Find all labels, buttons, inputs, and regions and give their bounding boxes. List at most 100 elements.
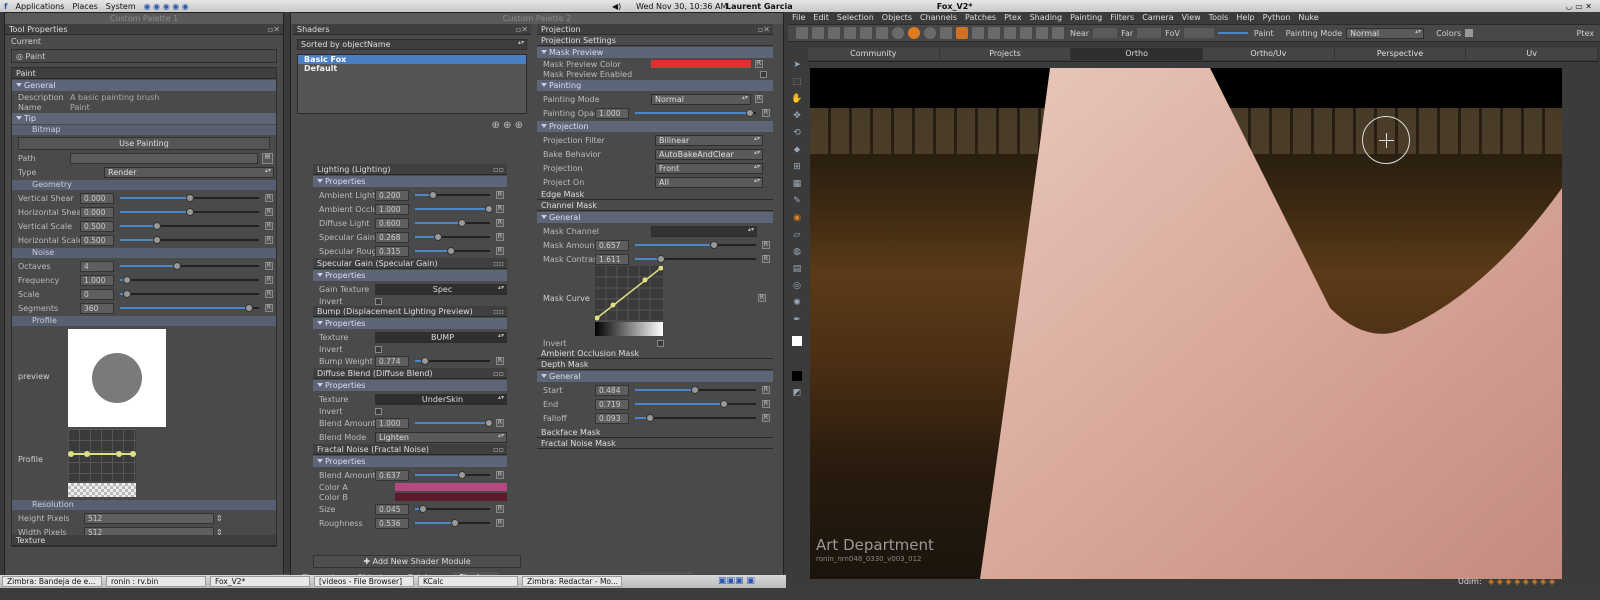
colors-swatch[interactable]	[1465, 29, 1474, 37]
menu-selection[interactable]: Selection	[833, 13, 878, 22]
pan-tool-icon[interactable]: ✋	[791, 94, 802, 104]
invert-checkbox[interactable]	[375, 407, 382, 415]
projection-select[interactable]: Front	[655, 162, 763, 174]
drop-tool-icon[interactable]: ⬥	[794, 145, 800, 155]
edge-mask-header[interactable]: Edge Mask	[537, 189, 773, 200]
taskbar-item[interactable]: KCalc	[418, 576, 518, 587]
taskbar-item[interactable]: ronin : rv.bin	[106, 576, 206, 587]
select-tool-icon[interactable]: ➤	[793, 60, 801, 70]
projection-filter-select[interactable]: Bilinear	[655, 134, 763, 146]
taskbar-item[interactable]: Fox_V2*	[210, 576, 310, 587]
reset-icon[interactable]: R	[755, 60, 763, 68]
slider-knob[interactable]	[457, 219, 466, 227]
slider-track[interactable]	[415, 247, 490, 255]
slider-value[interactable]: 0.536	[375, 517, 409, 529]
menu-file[interactable]: File	[788, 13, 809, 22]
clock[interactable]: Wed Nov 30, 10:36 AM	[632, 2, 731, 11]
tip-section[interactable]: Tip	[12, 113, 276, 124]
far-field[interactable]	[1137, 28, 1162, 38]
panel-close-icon[interactable]: ▫✕	[268, 24, 280, 35]
channel-mask-header[interactable]: Channel Mask	[537, 200, 773, 211]
falloff-slider[interactable]	[635, 414, 756, 422]
slider-value[interactable]: 1.000	[375, 203, 409, 215]
reset-icon[interactable]: R	[762, 386, 770, 394]
slider-track[interactable]	[120, 194, 259, 202]
viewport[interactable]: Art Department ronin_nrn048_0330_v003_01…	[810, 68, 1562, 579]
fov-field[interactable]	[1183, 28, 1214, 38]
slider-knob[interactable]	[186, 194, 195, 202]
slider-value[interactable]: 360	[80, 302, 114, 314]
slider-track[interactable]	[120, 262, 259, 270]
menu-filters[interactable]: Filters	[1106, 13, 1138, 22]
slider-knob[interactable]	[122, 290, 131, 298]
projection-section[interactable]: Projection	[537, 121, 773, 132]
camera-icon[interactable]	[1004, 27, 1016, 39]
bake-behavior-select[interactable]: AutoBakeAndClear	[655, 148, 763, 160]
slider-track[interactable]	[415, 505, 490, 513]
foreground-color-icon[interactable]	[792, 336, 802, 346]
path-field[interactable]	[70, 152, 258, 164]
shader-add-icon[interactable]: ⊕	[491, 120, 503, 131]
project-on-select[interactable]: All	[655, 176, 763, 188]
menu-patches[interactable]: Patches	[961, 13, 1000, 22]
panel-close-icon[interactable]: ▫✕	[758, 24, 770, 35]
pen-tool-icon[interactable]: ✒	[793, 315, 801, 325]
marquee-tool-icon[interactable]: ⬚	[793, 77, 802, 87]
slider-value[interactable]: 0.500	[80, 234, 114, 246]
properties-section[interactable]: Properties	[313, 456, 507, 467]
folder-icon[interactable]: ▤	[262, 152, 273, 164]
painting-opacity-slider[interactable]	[635, 109, 756, 117]
reset-icon[interactable]: R	[496, 233, 504, 241]
menu-tools[interactable]: Tools	[1205, 13, 1233, 22]
end-field[interactable]: 0.719	[595, 398, 629, 410]
height-pixels-field[interactable]: 512	[84, 512, 214, 524]
slider-track[interactable]	[415, 205, 493, 213]
slider-knob[interactable]	[122, 276, 131, 284]
painting-mode-select[interactable]: Normal	[651, 93, 751, 105]
paint-buffer-icon[interactable]	[956, 27, 968, 39]
slider-knob[interactable]	[420, 357, 429, 365]
film-icon[interactable]	[1020, 27, 1032, 39]
resolution-section[interactable]: Resolution	[12, 500, 276, 510]
reset-icon[interactable]: R	[265, 222, 273, 230]
menu-python[interactable]: Python	[1259, 13, 1295, 22]
menu-ptex[interactable]: Ptex	[1000, 13, 1025, 22]
texture-select[interactable]: UnderSkin	[375, 393, 507, 405]
color-swatch[interactable]	[395, 493, 507, 501]
shader-item[interactable]: Default	[298, 64, 526, 73]
depth-general-section[interactable]: General	[537, 371, 773, 382]
menu-edit[interactable]: Edit	[809, 13, 833, 22]
tab-projection[interactable]: Projection	[641, 572, 693, 574]
taskbar-item[interactable]: Zimbra: Redactar - Mo...	[522, 576, 622, 587]
slider-value[interactable]: 4	[80, 260, 114, 272]
reset-icon[interactable]: R	[265, 276, 273, 284]
slider-value[interactable]: 0.045	[375, 503, 409, 515]
slider-track[interactable]	[120, 304, 259, 312]
add-shader-module-button[interactable]: ✚ Add New Shader Module	[313, 555, 521, 568]
properties-section[interactable]: Properties	[313, 318, 507, 329]
save-icon[interactable]	[828, 27, 840, 39]
depth-mask-header[interactable]: Depth Mask	[537, 359, 773, 370]
rotate-tool-icon[interactable]: ⟲	[793, 128, 801, 138]
slider-knob[interactable]	[153, 222, 161, 230]
slider-value[interactable]: 0.000	[80, 206, 114, 218]
view-tab-projects[interactable]: Projects	[939, 48, 1072, 60]
properties-section[interactable]: Properties	[313, 270, 507, 281]
falloff-field[interactable]: 0.093	[595, 412, 629, 424]
profile-point[interactable]	[130, 451, 136, 457]
shader-module-header[interactable]: Lighting (Lighting) ▫▫	[313, 164, 507, 175]
mask-preview-color-swatch[interactable]	[651, 60, 751, 68]
menu-system[interactable]: System	[102, 2, 140, 11]
slider-knob[interactable]	[429, 191, 438, 199]
shader-module-header[interactable]: Bump (Displacement Lighting Preview) ▫▫	[313, 306, 507, 317]
slider-knob[interactable]	[418, 505, 427, 513]
reset-icon[interactable]: R	[265, 208, 273, 216]
mask-amount-field[interactable]: 0.657	[595, 239, 629, 251]
slider-knob[interactable]	[484, 205, 493, 213]
reset-icon[interactable]: R	[762, 109, 770, 117]
reset-icon[interactable]: R	[265, 262, 273, 270]
picker-tool-icon[interactable]: ✎	[793, 196, 801, 206]
paint-tool-icon[interactable]: ◉	[793, 213, 801, 223]
invert-checkbox[interactable]	[375, 345, 382, 353]
shader-module-header[interactable]: Specular Gain (Specular Gain) ▫▫	[313, 258, 507, 269]
